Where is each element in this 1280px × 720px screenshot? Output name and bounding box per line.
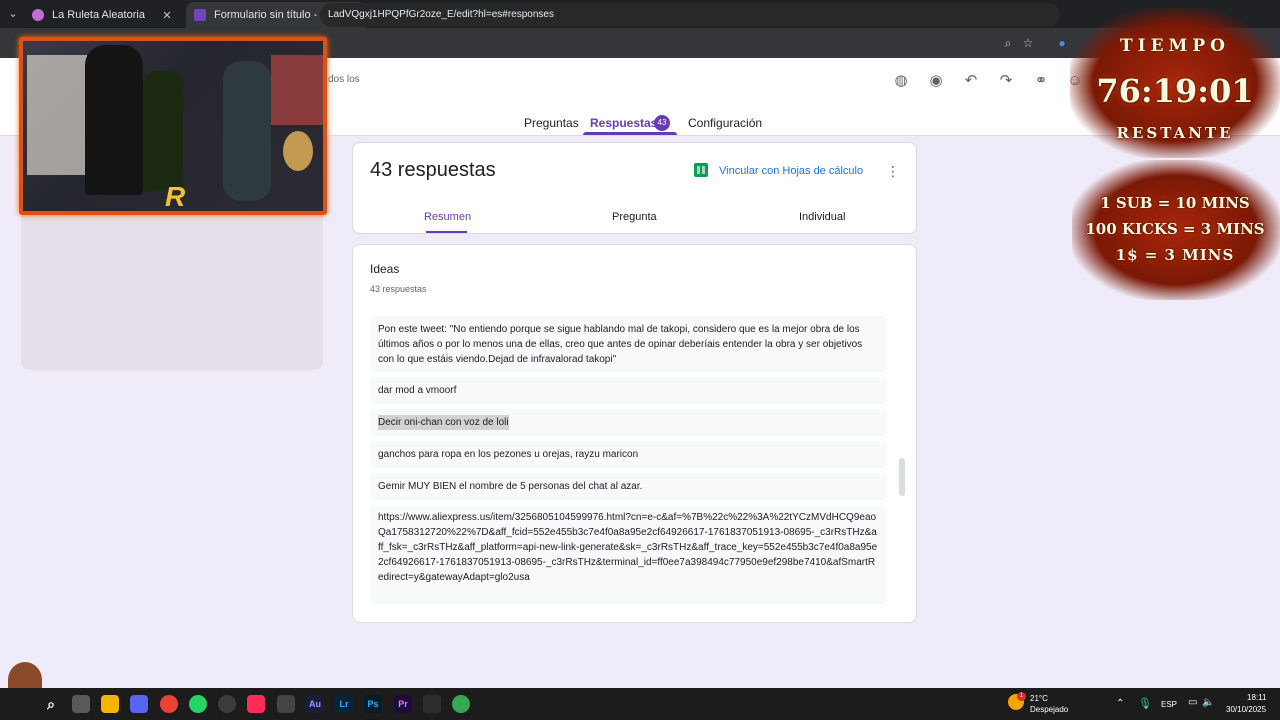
question-response-count: 43 respuestas	[370, 284, 427, 294]
gaming-chair-image	[223, 61, 271, 201]
tiktok-icon[interactable]	[247, 695, 265, 713]
more-vert-icon[interactable]: ⋮	[886, 163, 900, 179]
timer-label: TIEMPO	[1120, 36, 1230, 56]
weather-desc[interactable]: Despejado	[1030, 705, 1068, 714]
extension-icon[interactable]: ●	[1054, 35, 1070, 51]
redo-icon[interactable]: ↷	[997, 72, 1015, 90]
task-view-icon[interactable]	[72, 695, 90, 713]
lightroom-icon[interactable]: Lr	[335, 695, 353, 713]
answer-text: ganchos para ropa en los pezones u oreja…	[378, 449, 639, 460]
tab-ruleta[interactable]: La Ruleta Aleatoria ✕	[24, 2, 182, 28]
rule-sub: 1 SUB = 10 MINS	[1100, 194, 1250, 212]
answer-item: dar mod a vmoorf	[370, 377, 887, 404]
streamer-image	[85, 45, 143, 195]
form-title-partial: dos los	[328, 74, 360, 85]
responses-count-badge: 43	[654, 115, 670, 131]
rule-kicks: 100 KICKS = 3 MINS	[1085, 220, 1265, 238]
question-title: Ideas	[370, 262, 400, 276]
timer-value: 76:19:01	[1096, 72, 1254, 110]
preview-eye-icon[interactable]: ◉	[927, 72, 945, 90]
chevron-up-icon[interactable]: ⌃	[1116, 698, 1124, 709]
search-icon[interactable]: ⌕	[42, 695, 60, 713]
rule-dollar: 1$ = 3 MINS	[1115, 246, 1235, 264]
channel-logo-icon: R	[165, 181, 186, 212]
language-indicator[interactable]: ESP	[1161, 700, 1177, 709]
weather-temp[interactable]: 21°C	[1030, 694, 1048, 703]
answers-scrollbar[interactable]	[899, 458, 905, 496]
subtab-resumen[interactable]: Resumen	[424, 211, 471, 223]
poster-image	[271, 55, 323, 125]
subtab-individual[interactable]: Individual	[799, 211, 845, 223]
discord-icon[interactable]	[130, 695, 148, 713]
answer-text: Pon este tweet: "No entiendo porque se s…	[378, 323, 863, 365]
active-subtab-indicator	[426, 231, 467, 233]
tab-configuracion[interactable]: Configuración	[688, 116, 762, 130]
url-text[interactable]: LadVQgxj1HPQPfGr2oze_E/edit?hl=es#respon…	[328, 9, 554, 20]
weather-badge: 1	[1017, 692, 1026, 701]
shelf-image	[27, 55, 87, 175]
premiere-icon[interactable]: Pr	[394, 695, 412, 713]
volume-icon[interactable]: 🔈	[1202, 697, 1214, 708]
answer-text: https://www.aliexpress.us/item/325680510…	[378, 512, 878, 583]
audition-icon[interactable]: Au	[306, 695, 324, 713]
active-tab-indicator	[583, 132, 677, 135]
answer-text: Decir oni-chan con voz de loli	[378, 415, 509, 430]
sheets-icon[interactable]	[694, 163, 708, 177]
palette-icon[interactable]: ◍	[892, 72, 910, 90]
terminal-icon[interactable]	[423, 695, 441, 713]
tab-preguntas[interactable]: Preguntas	[524, 116, 579, 130]
network-icon[interactable]: ▭	[1188, 697, 1197, 708]
answer-item: ganchos para ropa en los pezones u oreja…	[370, 441, 887, 468]
link-sheets-button[interactable]: Vincular con Hojas de cálculo	[719, 165, 863, 177]
tab-respuestas[interactable]: Respuestas	[590, 116, 657, 130]
tab-label: La Ruleta Aleatoria	[52, 9, 145, 21]
answer-item: Decir oni-chan con voz de loli	[370, 409, 887, 436]
microphone-icon[interactable]: 🎙	[1138, 697, 1152, 710]
obs-icon[interactable]	[218, 695, 236, 713]
plush-image	[283, 131, 313, 171]
responses-title: 43 respuestas	[370, 159, 496, 181]
answer-text: Gemir MUY BIEN el nombre de 5 personas d…	[378, 481, 643, 492]
ruleta-favicon-icon	[32, 9, 44, 21]
timer-suffix: RESTANTE	[1116, 124, 1234, 142]
clock-date[interactable]: 30/10/2025	[1226, 705, 1266, 714]
undo-icon[interactable]: ↶	[962, 72, 980, 90]
whatsapp-icon[interactable]	[189, 695, 207, 713]
clock-time[interactable]: 18:11	[1247, 693, 1266, 702]
file-explorer-icon[interactable]	[101, 695, 119, 713]
close-icon[interactable]: ✕	[160, 9, 174, 22]
chrome-canary-icon[interactable]	[452, 695, 470, 713]
answer-item: Gemir MUY BIEN el nombre de 5 personas d…	[370, 473, 887, 500]
link-icon[interactable]: ⚭	[1032, 72, 1050, 90]
zoom-icon[interactable]: ⌕	[1000, 35, 1016, 51]
chrome-icon[interactable]	[160, 695, 178, 713]
forms-favicon-icon	[194, 9, 206, 21]
child-image	[143, 71, 183, 191]
answer-item: Pon este tweet: "No entiendo porque se s…	[370, 316, 887, 372]
answer-text: dar mod a vmoorf	[378, 385, 457, 396]
photoshop-icon[interactable]: Ps	[364, 695, 382, 713]
app-icon[interactable]	[277, 695, 295, 713]
tab-search-chevron-icon[interactable]: ⌄	[4, 5, 22, 23]
bookmark-star-icon[interactable]: ☆	[1020, 35, 1036, 51]
subtab-pregunta[interactable]: Pregunta	[612, 211, 657, 223]
webcam-overlay: R	[19, 37, 327, 215]
answer-item: https://www.aliexpress.us/item/325680510…	[370, 506, 887, 604]
